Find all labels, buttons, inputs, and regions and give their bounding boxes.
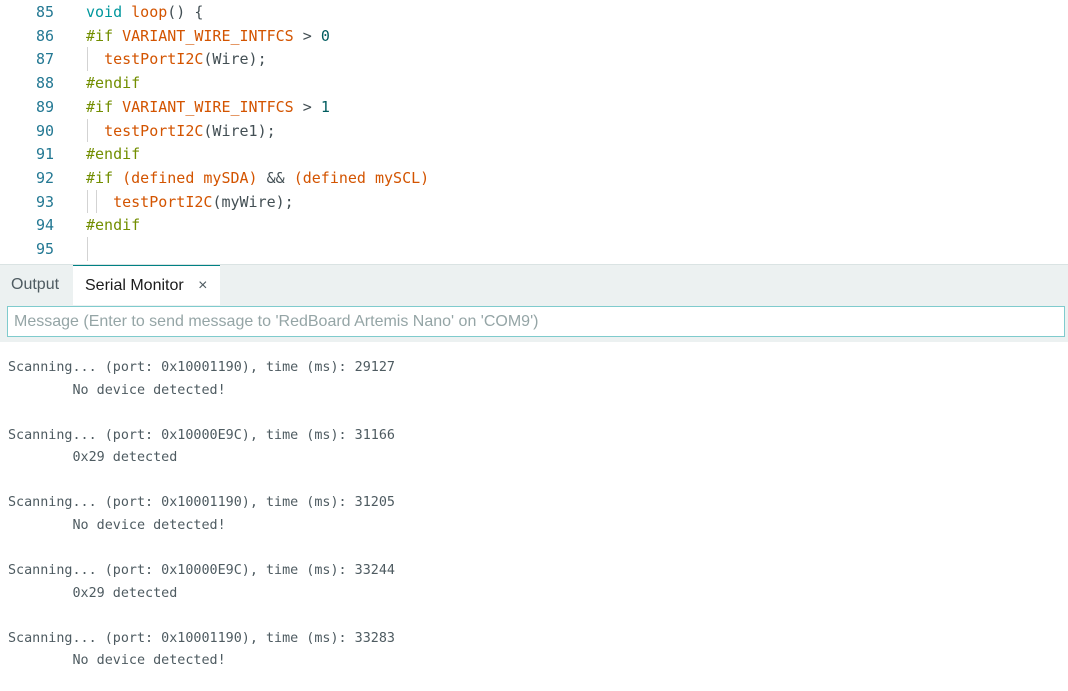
code-token: #endif — [86, 145, 141, 164]
code-token: 1 — [320, 97, 330, 116]
code-text: #endif — [86, 144, 140, 164]
code-text: #endif — [86, 215, 140, 235]
code-line[interactable]: 86 #if VARIANT_WIRE_INTFCS > 0 — [0, 24, 1068, 48]
code-token: (defined mySCL) — [293, 168, 430, 187]
tab-output[interactable]: Output — [11, 265, 59, 305]
code-token: testPortI2C — [113, 192, 213, 211]
console-line: No device detected! — [8, 517, 226, 533]
code-token: 0 — [320, 26, 330, 45]
code-line[interactable]: 93 testPortI2C(myWire); — [0, 189, 1068, 214]
console-line: 0x29 detected — [8, 450, 178, 466]
code-line[interactable]: 89 #if VARIANT_WIRE_INTFCS > 1 — [0, 95, 1068, 119]
code-line[interactable]: 87 testPortI2C(Wire); — [0, 47, 1068, 72]
code-line[interactable]: 92 #if (defined mySDA) && (defined mySCL) — [0, 166, 1068, 190]
code-token: testPortI2C — [104, 121, 204, 140]
code-text: #if VARIANT_WIRE_INTFCS > 0 — [86, 26, 330, 46]
console-line: No device detected! — [8, 382, 226, 398]
code-token: VARIANT_WIRE_INTFCS — [122, 26, 294, 45]
message-input[interactable] — [7, 306, 1065, 337]
code-line[interactable]: 94 #endif — [0, 213, 1068, 237]
code-editor[interactable]: 85 void loop() { 86 #if VARIANT_WIRE_INTFCS… — [0, 0, 1068, 264]
code-line[interactable]: 90 testPortI2C(Wire1); — [0, 118, 1068, 143]
code-token: #if — [86, 168, 123, 187]
code-token: && — [257, 168, 294, 187]
serial-console-output[interactable]: Scanning... (port: 0x10001190), time (ms… — [0, 342, 1068, 691]
code-line[interactable]: 91 #endif — [0, 142, 1068, 166]
code-token: > — [293, 26, 321, 45]
code-token: (defined mySDA) — [122, 168, 258, 187]
line-number: 85 — [35, 3, 54, 21]
panel-tabs: Output Serial Monitor × — [0, 265, 1068, 306]
line-number: 94 — [35, 216, 54, 235]
line-number: 91 — [35, 145, 54, 164]
line-number: 89 — [35, 97, 54, 116]
line-number: 93 — [35, 192, 54, 211]
console-line: Scanning... (port: 0x10001190), time (ms… — [8, 360, 395, 375]
code-text: #if VARIANT_WIRE_INTFCS > 1 — [86, 97, 330, 117]
console-line: No device detected! — [8, 653, 226, 669]
code-token: () { — [167, 3, 204, 21]
code-text: testPortI2C(Wire); — [86, 49, 267, 69]
message-bar — [0, 305, 1068, 342]
line-number: 90 — [35, 121, 54, 140]
code-token: #endif — [86, 216, 141, 235]
console-line: Scanning... (port: 0x10001190), time (ms… — [8, 495, 395, 511]
close-icon[interactable]: × — [198, 266, 207, 306]
code-line[interactable]: 88 #endif — [0, 71, 1068, 95]
indent-guide — [87, 237, 88, 261]
console-line: Scanning... (port: 0x10001190), time (ms… — [8, 630, 395, 646]
code-text: testPortI2C(myWire); — [86, 192, 294, 212]
code-token: (Wire); — [203, 50, 267, 69]
code-token: testPortI2C — [104, 50, 204, 69]
code-line[interactable]: 95 — [0, 237, 1068, 261]
code-line[interactable]: 85 void loop() { — [0, 0, 1068, 24]
line-number: 92 — [35, 168, 54, 187]
tab-serial-monitor-label: Serial Monitor — [85, 277, 184, 294]
code-text: #if (defined mySDA) && (defined mySCL) — [86, 168, 429, 188]
code-token: loop — [131, 3, 168, 21]
code-token: void — [86, 3, 123, 21]
code-text: #endif — [86, 73, 140, 93]
code-token: (Wire1); — [203, 121, 276, 140]
ide-window: 85 void loop() { 86 #if VARIANT_WIRE_INTFCS… — [0, 0, 1068, 691]
code-token: VARIANT_WIRE_INTFCS — [122, 97, 294, 116]
code-token: #if — [86, 26, 123, 45]
code-token: #if — [86, 97, 123, 116]
tab-output-label: Output — [11, 276, 60, 293]
code-text: void loop() { — [86, 2, 203, 22]
console-line: Scanning... (port: 0x10000E9C), time (ms… — [8, 562, 395, 578]
line-number: 95 — [35, 240, 54, 258]
tab-serial-monitor[interactable]: Serial Monitor × — [73, 265, 220, 306]
line-number: 88 — [35, 74, 54, 93]
bottom-panel: Output Serial Monitor × Scanning... (por… — [0, 264, 1068, 691]
code-token: (myWire); — [212, 192, 294, 211]
code-token: > — [293, 97, 321, 116]
line-number: 86 — [35, 26, 54, 45]
console-line: Scanning... (port: 0x10000E9C), time (ms… — [8, 427, 395, 443]
code-token: #endif — [86, 74, 141, 93]
console-line: 0x29 detected — [8, 585, 178, 601]
line-number: 87 — [35, 50, 54, 69]
code-text: testPortI2C(Wire1); — [86, 121, 276, 141]
